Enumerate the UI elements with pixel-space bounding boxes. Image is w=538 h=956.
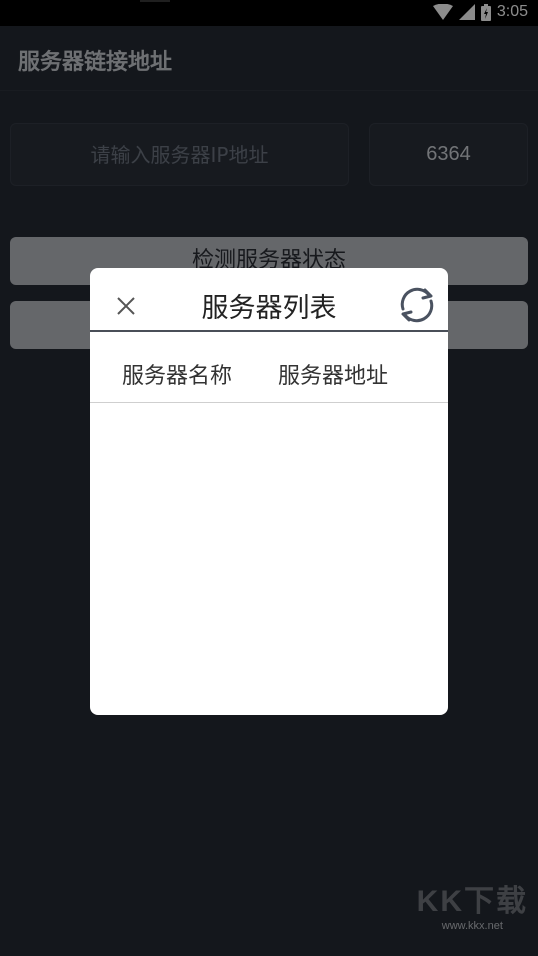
dialog-title-divider bbox=[90, 330, 448, 332]
server-list bbox=[90, 403, 448, 715]
refresh-button[interactable] bbox=[394, 282, 440, 328]
close-button[interactable] bbox=[110, 290, 142, 322]
watermark-logo: KK下载 bbox=[416, 885, 528, 918]
refresh-icon bbox=[400, 287, 434, 323]
watermark-url: www.kkx.net bbox=[441, 920, 503, 932]
server-list-dialog: 服务器列表 服务器名称 服务器地址 bbox=[90, 268, 448, 715]
close-icon bbox=[117, 297, 135, 315]
column-header-server-address: 服务器地址 bbox=[278, 364, 389, 389]
column-header-server-name: 服务器名称 bbox=[122, 364, 233, 389]
watermark: KK下载 www.kkx.net bbox=[417, 876, 528, 932]
